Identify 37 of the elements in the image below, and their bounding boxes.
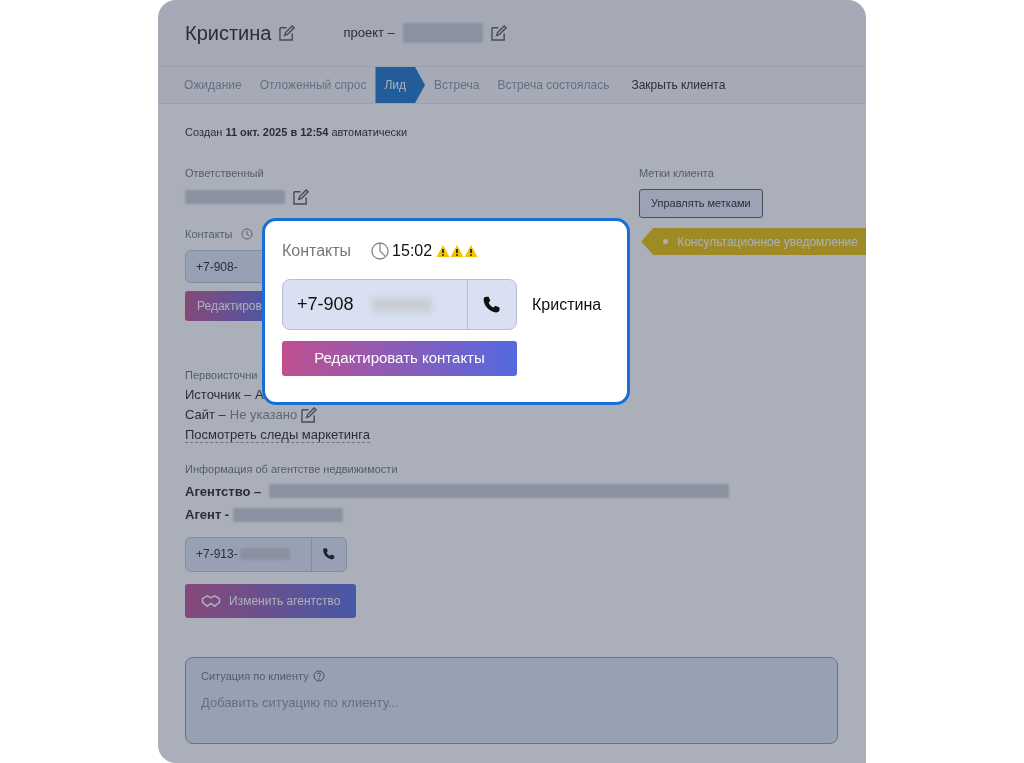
- field-label: Контакты: [185, 226, 233, 242]
- stage-tab[interactable]: Ожидание: [175, 67, 251, 103]
- stage-tab[interactable]: Лид: [375, 67, 426, 103]
- help-icon: [312, 670, 325, 683]
- site-label: Сайт –: [185, 406, 226, 424]
- source-line: Источник – А: [185, 386, 264, 404]
- stage-tab[interactable]: Встреча: [425, 67, 489, 103]
- edit-icon: [490, 25, 507, 41]
- edit-icon: [279, 25, 296, 41]
- agent-label: Агент -: [185, 506, 230, 524]
- time-text: 15:02: [392, 241, 433, 261]
- field-label: Ответственный: [185, 165, 265, 181]
- edit-icon: [301, 407, 318, 423]
- change-agency-button[interactable]: Изменить агентство: [185, 583, 357, 618]
- clock-icon: [371, 242, 390, 260]
- site-value: Не указано: [229, 406, 298, 424]
- warning-icon: [464, 244, 479, 258]
- agency-label: Агентство –: [185, 482, 262, 501]
- tag-label: Консультационное уведомление: [641, 228, 866, 255]
- stage-tab[interactable]: Отложенный спрос: [250, 67, 376, 103]
- warning-icon: [450, 244, 465, 258]
- contact-name: Кристина: [532, 294, 602, 315]
- field-label: Метки клиента: [639, 165, 715, 181]
- section-label: Первоисточни: [185, 368, 258, 383]
- edit-icon: [293, 189, 309, 205]
- marketing-link[interactable]: Посмотреть следы маркетинга: [185, 427, 370, 443]
- stage-tab[interactable]: Закрыть клиента: [622, 67, 735, 103]
- field-label: Ситуация по клиенту: [201, 669, 309, 684]
- section-label: Информация об агентстве недвижимости: [185, 462, 398, 477]
- stage-tab[interactable]: Встреча состоялась: [488, 67, 619, 103]
- clock-icon: [240, 227, 253, 240]
- warning-icon: [436, 244, 451, 258]
- edit-contacts-button[interactable]: Редактировать контакты: [282, 341, 517, 376]
- project-label: проект –: [343, 24, 395, 43]
- created-note: Создан 11 окт. 2025 в 12:54 автоматически: [185, 125, 409, 140]
- client-name: Кристина: [185, 21, 272, 46]
- manage-tags-button[interactable]: Управлять метками: [639, 189, 763, 218]
